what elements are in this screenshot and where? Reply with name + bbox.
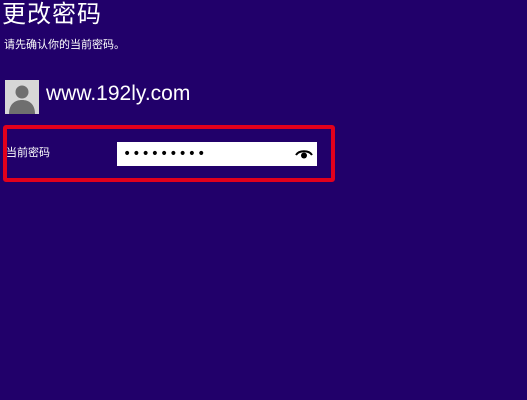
current-password-label: 当前密码	[6, 146, 50, 159]
page-title: 更改密码	[2, 0, 102, 28]
account-name: www.192ly.com	[46, 82, 191, 105]
page-subtitle: 请先确认你的当前密码。	[4, 38, 125, 51]
account-row: www.192ly.com	[5, 80, 190, 114]
user-avatar-icon	[5, 80, 39, 114]
current-password-field[interactable]	[117, 142, 317, 166]
eye-icon[interactable]	[295, 146, 313, 162]
current-password-input[interactable]	[117, 142, 287, 166]
